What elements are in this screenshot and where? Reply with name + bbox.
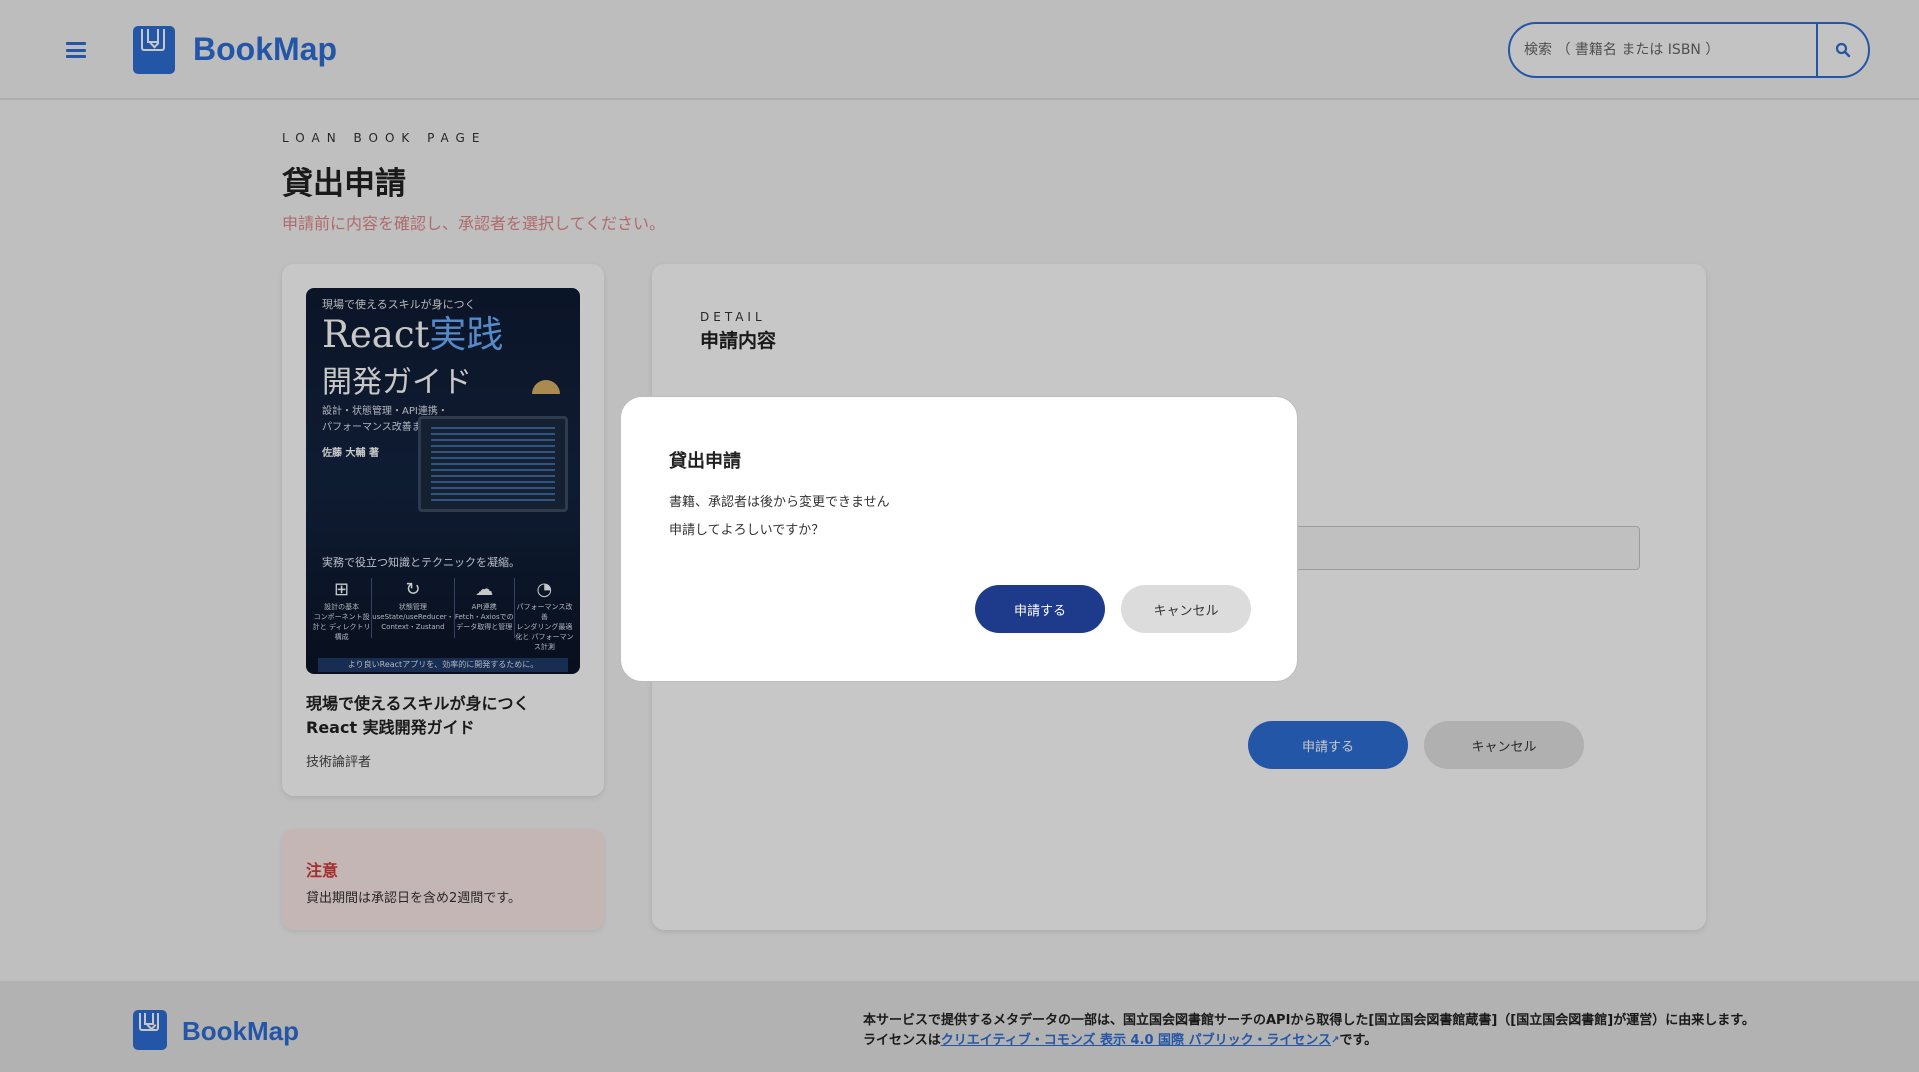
dialog-message-line2: 申請してよろしいですか？ [669, 523, 825, 538]
dialog-confirm-button[interactable]: 申請する [975, 585, 1105, 633]
confirm-dialog: 貸出申請 書籍、承認者は後から変更できません 申請してよろしいですか？ 申請する… [620, 396, 1298, 682]
dialog-cancel-button[interactable]: キャンセル [1121, 585, 1251, 633]
dialog-title: 貸出申請 [669, 451, 741, 472]
dialog-message-line1: 書籍、承認者は後から変更できません [669, 495, 890, 510]
